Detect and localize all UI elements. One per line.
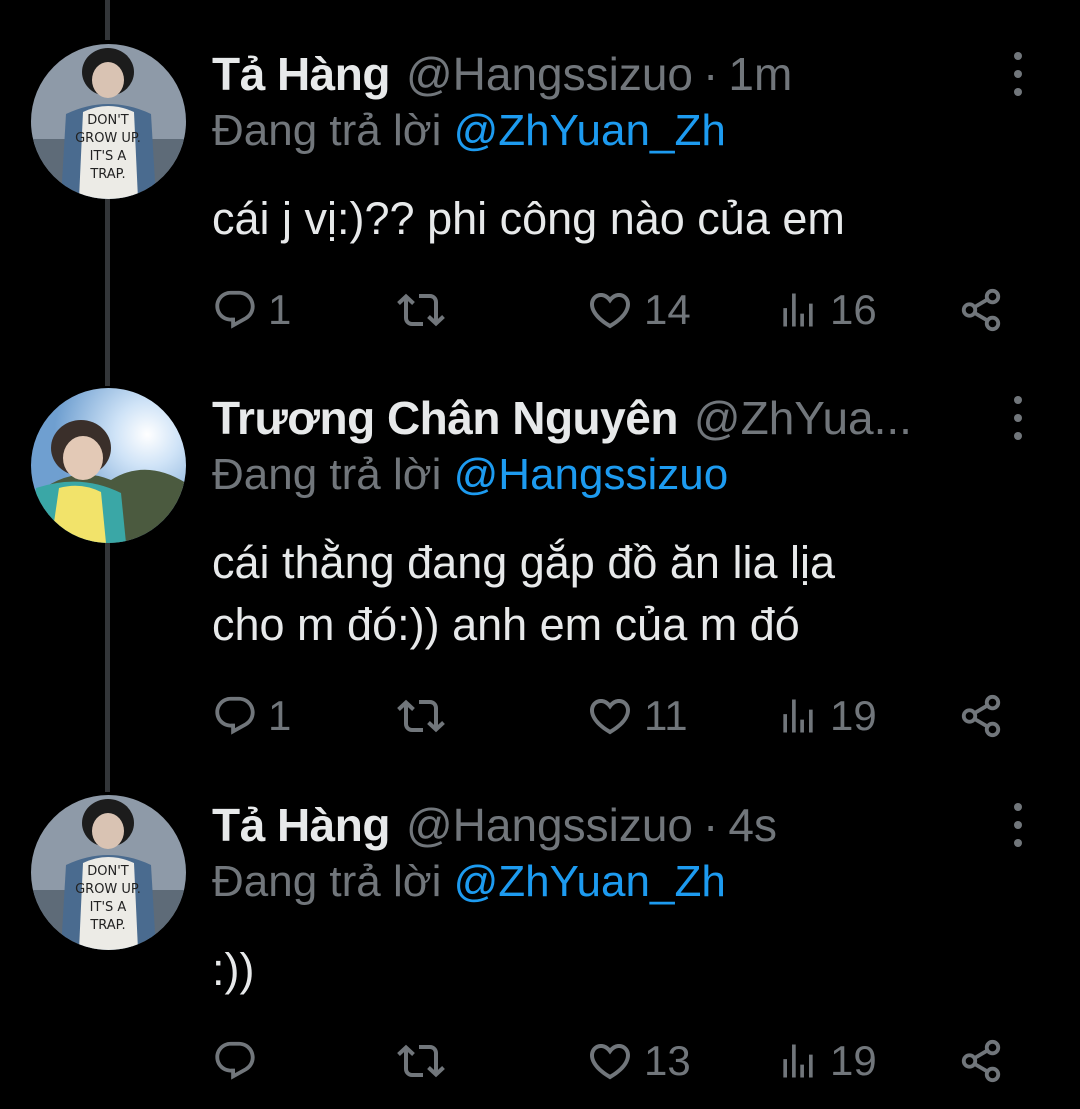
- display-name[interactable]: Tả Hàng: [212, 44, 390, 104]
- tweet-text: cái thằng đang gắp đồ ăn lia lịa cho m đ…: [212, 537, 835, 650]
- replying-to: Đang trả lời @ZhYuan_Zh: [212, 102, 726, 160]
- mention-link[interactable]: @ZhYuan_Zh: [454, 857, 726, 906]
- share-button[interactable]: [958, 1033, 1004, 1089]
- reply-count: 1: [268, 286, 292, 333]
- svg-text:IT'S A: IT'S A: [90, 900, 127, 915]
- display-name[interactable]: Trương Chân Nguyên: [212, 388, 678, 448]
- views-icon: [783, 1044, 813, 1078]
- retweet-icon: [397, 293, 445, 327]
- reply-icon: [215, 1041, 255, 1080]
- replying-to-label: Đang trả lời: [212, 106, 442, 155]
- svg-text:TRAP.: TRAP.: [89, 918, 125, 933]
- reply-button[interactable]: 1: [212, 688, 291, 744]
- avatar[interactable]: [31, 388, 186, 543]
- more-icon[interactable]: [1006, 803, 1030, 847]
- avatar[interactable]: DON'T GROW UP. IT'S A TRAP.: [31, 795, 186, 950]
- replying-to-label: Đang trả lời: [212, 450, 442, 499]
- like-button[interactable]: 11: [586, 688, 688, 744]
- tweet-text: cái j vị:)?? phi công nào của em: [212, 193, 845, 244]
- replying-to-label: Đang trả lời: [212, 857, 442, 906]
- svg-text:DON'T: DON'T: [87, 864, 129, 879]
- views-icon: [783, 293, 813, 327]
- tweet[interactable]: DON'T GROW UP. IT'S A TRAP. Tả Hàng @Han…: [0, 795, 1080, 1095]
- thread-line: [105, 0, 110, 40]
- retweet-icon: [397, 1044, 445, 1078]
- tweet-header: Tả Hàng @Hangssizuo · 4s: [212, 795, 1002, 855]
- views-button[interactable]: 19: [776, 688, 877, 744]
- display-name[interactable]: Tả Hàng: [212, 795, 390, 855]
- like-count: 11: [644, 692, 688, 739]
- svg-text:IT'S A: IT'S A: [90, 149, 127, 164]
- retweet-button[interactable]: [397, 1033, 455, 1089]
- mention-link[interactable]: @Hangssizuo: [454, 450, 729, 499]
- tweet-text: :)): [212, 944, 255, 995]
- timestamp[interactable]: 1m: [728, 44, 792, 104]
- views-icon: [783, 699, 813, 733]
- share-icon: [961, 1039, 1001, 1083]
- like-icon: [589, 293, 631, 329]
- action-bar: 13 19: [212, 1033, 1012, 1089]
- retweet-icon: [397, 699, 445, 733]
- tweet[interactable]: DON'T GROW UP. IT'S A TRAP. Tả Hàng @Han…: [0, 44, 1080, 344]
- retweet-button[interactable]: [397, 688, 455, 744]
- svg-text:GROW UP.: GROW UP.: [75, 131, 141, 146]
- more-icon[interactable]: [1006, 396, 1030, 440]
- tweet-header: Tả Hàng @Hangssizuo · 1m: [212, 44, 1002, 104]
- reply-icon: [215, 290, 255, 329]
- share-icon: [961, 694, 1001, 738]
- user-handle[interactable]: @Hangssizuo: [406, 44, 693, 104]
- svg-text:DON'T: DON'T: [87, 113, 129, 128]
- like-icon: [589, 699, 631, 735]
- like-button[interactable]: 13: [586, 1033, 691, 1089]
- mention-link[interactable]: @ZhYuan_Zh: [454, 106, 726, 155]
- svg-text:TRAP.: TRAP.: [89, 167, 125, 182]
- views-count: 19: [830, 1037, 877, 1084]
- more-icon[interactable]: [1006, 52, 1030, 96]
- like-count: 13: [644, 1037, 691, 1084]
- tweet-header: Trương Chân Nguyên @ZhYua...: [212, 388, 1002, 448]
- reply-count: 1: [268, 692, 292, 739]
- replying-to: Đang trả lời @Hangssizuo: [212, 446, 728, 504]
- views-count: 19: [830, 692, 877, 739]
- views-button[interactable]: 16: [776, 282, 877, 338]
- separator-dot: ·: [703, 48, 719, 100]
- views-count: 16: [830, 286, 877, 333]
- reply-button[interactable]: [212, 1033, 268, 1089]
- views-button[interactable]: 19: [776, 1033, 877, 1089]
- share-button[interactable]: [958, 282, 1004, 338]
- svg-text:GROW UP.: GROW UP.: [75, 882, 141, 897]
- avatar[interactable]: DON'T GROW UP. IT'S A TRAP.: [31, 44, 186, 199]
- user-handle[interactable]: @ZhYua...: [694, 388, 912, 448]
- like-button[interactable]: 14: [586, 282, 691, 338]
- action-bar: 1 11 19: [212, 688, 1012, 744]
- like-icon: [589, 1044, 631, 1080]
- action-bar: 1 14 16: [212, 282, 1012, 338]
- timestamp[interactable]: 4s: [728, 795, 777, 855]
- reply-icon: [215, 696, 255, 735]
- like-count: 14: [644, 286, 691, 333]
- separator-dot: ·: [703, 799, 719, 851]
- tweet[interactable]: Trương Chân Nguyên @ZhYua... Đang trả lờ…: [0, 388, 1080, 748]
- replying-to: Đang trả lời @ZhYuan_Zh: [212, 853, 726, 911]
- retweet-button[interactable]: [397, 282, 455, 338]
- user-handle[interactable]: @Hangssizuo: [406, 795, 693, 855]
- reply-button[interactable]: 1: [212, 282, 291, 338]
- share-icon: [961, 288, 1001, 332]
- share-button[interactable]: [958, 688, 1004, 744]
